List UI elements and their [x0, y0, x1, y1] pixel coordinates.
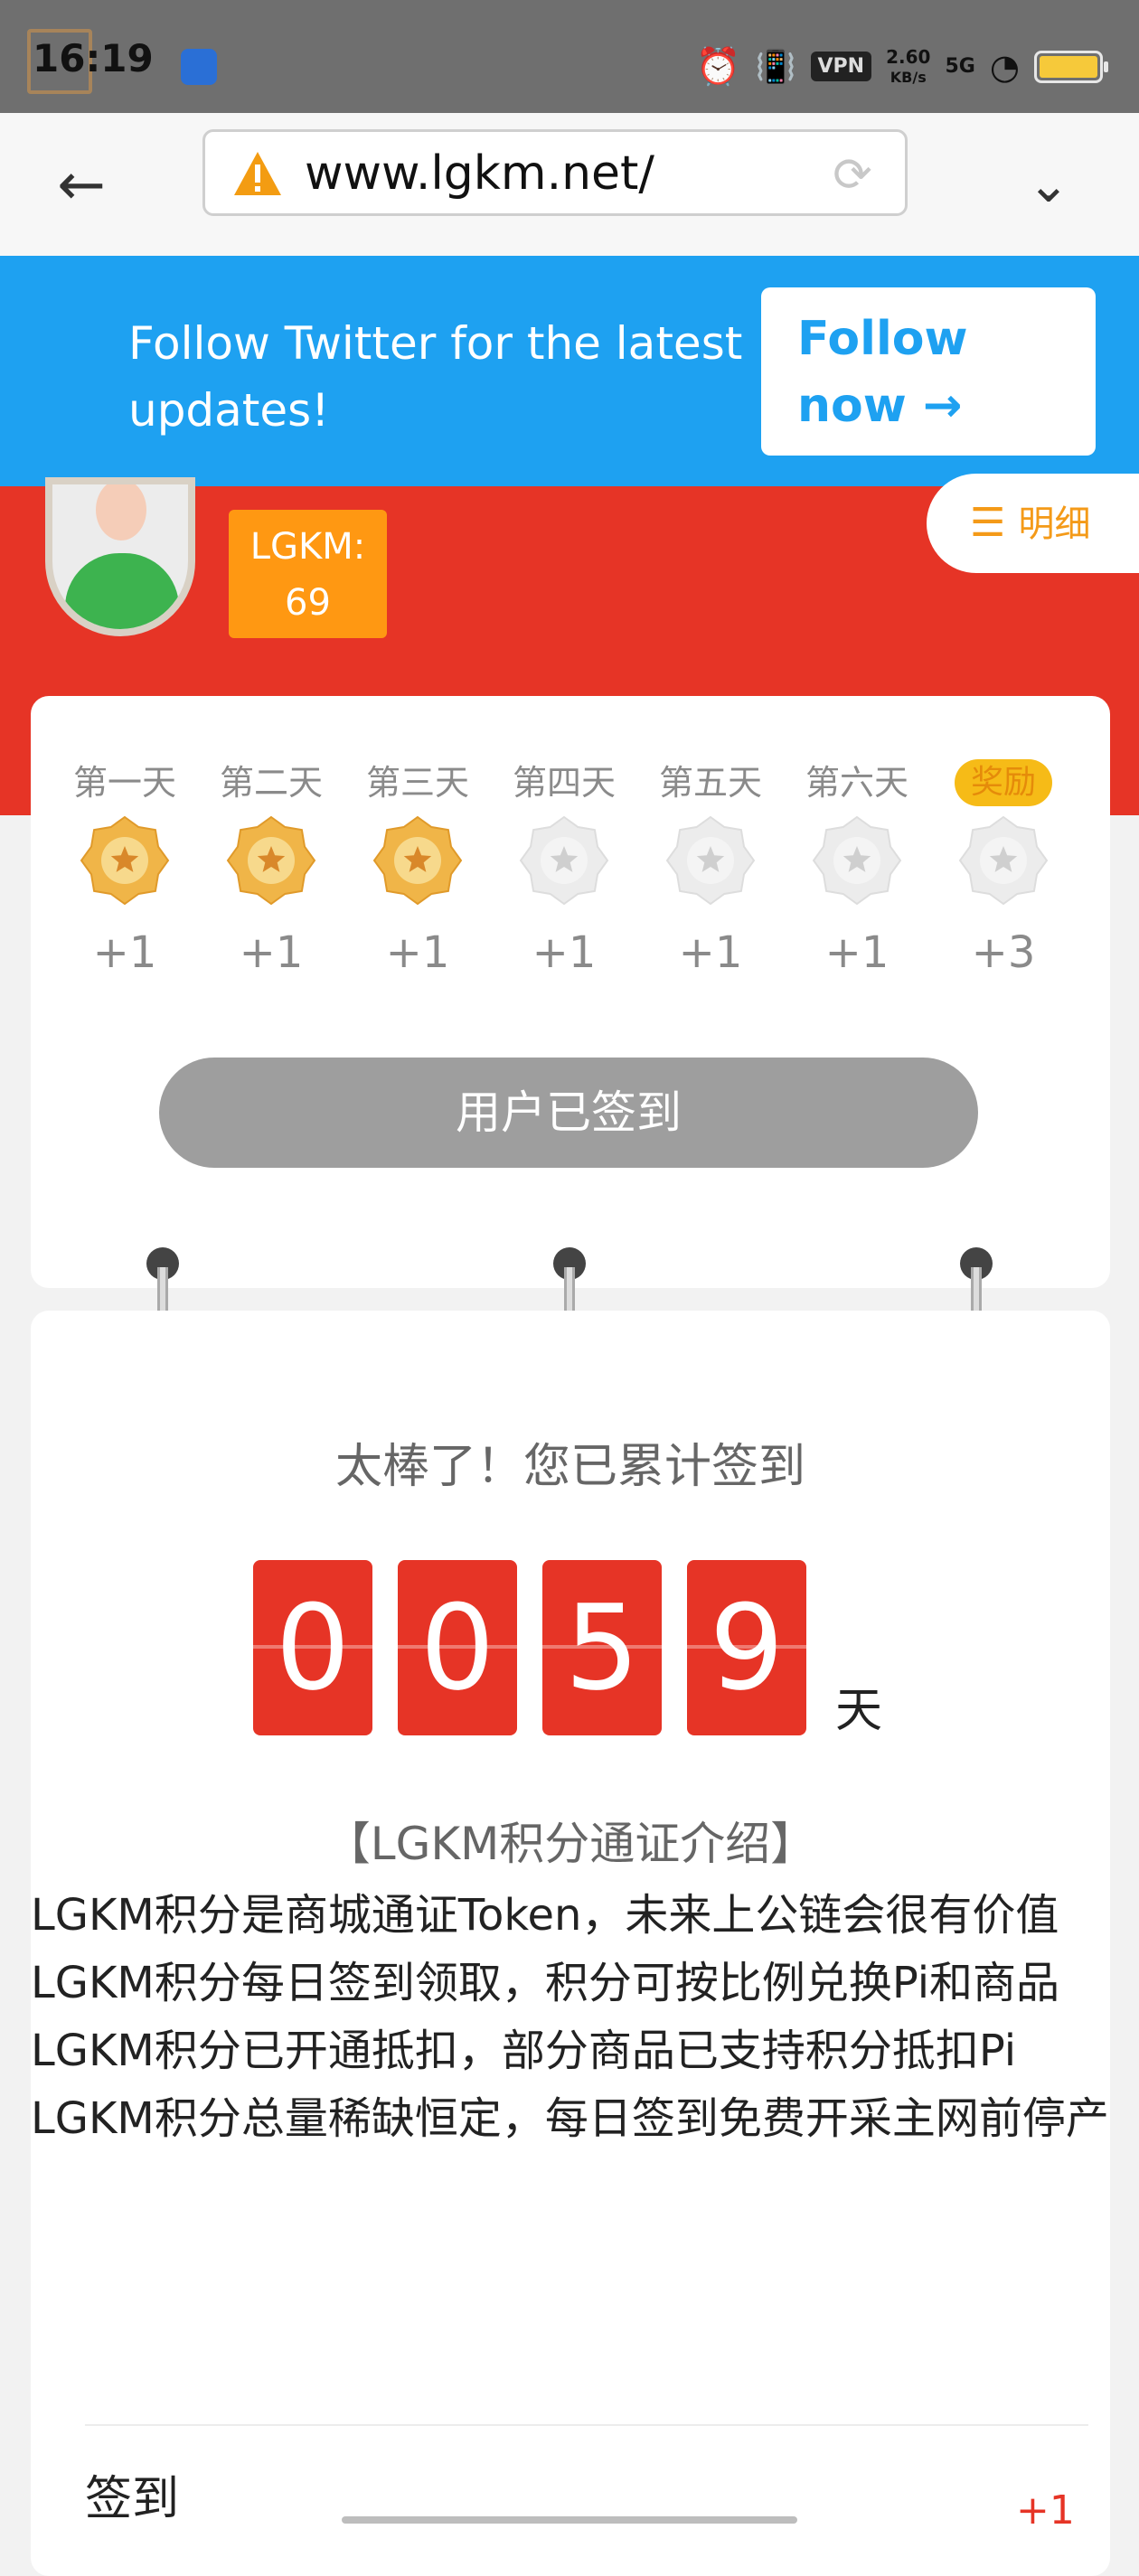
alarm-icon: ⏰ — [695, 46, 741, 88]
intro-line: LGKM积分每日签到领取，积分可按比例兑换Pi和商品 — [31, 1958, 1060, 2008]
vpn-badge: VPN — [810, 52, 872, 81]
counter-digit: 0 — [253, 1560, 372, 1735]
signal-icon: 5G — [945, 55, 975, 78]
follow-now-button[interactable]: Follow now → — [761, 287, 1096, 456]
star-badge-icon — [665, 815, 756, 906]
home-indicator — [342, 2516, 797, 2524]
reward-label: 奖励 — [954, 759, 1052, 806]
star-badge-earned-icon — [372, 815, 463, 906]
intro-line: LGKM积分是商城通证Token，未来上公链会很有价值 — [31, 1890, 1059, 1941]
points-value: 69 — [285, 582, 331, 624]
points-badge: LGKM: 69 — [229, 510, 387, 638]
day-points: +1 — [239, 927, 304, 978]
reload-icon[interactable]: ⟳ — [827, 150, 878, 201]
star-badge-earned-icon — [226, 815, 316, 906]
day-label: 第一天 — [72, 763, 176, 803]
counter-card: 太棒了！您已累计签到 0 0 5 9 天 【LGKM积分通证介绍】 LGKM积分… — [31, 1311, 1110, 2576]
details-button[interactable]: ☰ 明细 — [927, 474, 1139, 573]
counter-digit: 0 — [398, 1560, 517, 1735]
chevron-down-icon[interactable]: ⌄ — [1012, 149, 1085, 221]
url-text: www.lgkm.net/ — [305, 146, 654, 201]
day-points: +1 — [532, 927, 597, 978]
twitter-banner: Follow Twitter for the latest updates! F… — [0, 256, 1139, 486]
day-label: 第二天 — [219, 763, 323, 803]
points-label: LGKM: — [249, 526, 366, 568]
signed-in-button[interactable]: 用户已签到 — [159, 1058, 978, 1168]
days-unit: 天 — [835, 1684, 883, 1738]
day-points: +1 — [385, 927, 450, 978]
checkin-card: 第一天 +1 第二天 +1 第三天 +1 第四天 +1 第五天 +1 第六天 +1 奖励 +3 用户已签到 — [31, 696, 1110, 1288]
browser-address-bar: ← www.lgkm.net/ ⟳ ⌄ — [0, 113, 1139, 256]
counter-digit: 9 — [687, 1560, 806, 1735]
checkin-day: 第二天 +1 — [199, 759, 344, 978]
list-icon: ☰ — [970, 500, 1006, 546]
status-bar: 16:19 ⏰ 📳 VPN 2.60 KB/s 5G ◔ — [0, 0, 1139, 113]
checkin-day: 第四天 +1 — [492, 759, 636, 978]
day-points: +1 — [92, 927, 157, 978]
notification-app-icon — [181, 49, 217, 85]
wifi-icon: ◔ — [989, 46, 1020, 87]
url-field[interactable]: www.lgkm.net/ ⟳ — [202, 129, 908, 216]
history-value: +1 — [1016, 2487, 1075, 2534]
day-points: +1 — [824, 927, 890, 978]
divider — [85, 2424, 1088, 2426]
intro-title: 【LGKM积分通证介绍】 — [325, 1818, 816, 1870]
checkin-day: 第三天 +1 — [345, 759, 490, 978]
intro-line: LGKM积分已开通抵扣，部分商品已支持积分抵扣Pi — [31, 2026, 1017, 2076]
day-points: +3 — [971, 927, 1036, 978]
details-label: 明细 — [1018, 503, 1091, 545]
intro-line: LGKM积分总量稀缺恒定，每日签到免费开采主网前停产 — [31, 2093, 1109, 2144]
warning-icon — [234, 152, 281, 195]
checkin-day: 第五天 +1 — [638, 759, 783, 978]
back-arrow-icon[interactable]: ← — [45, 149, 118, 221]
checkin-day: 第六天 +1 — [785, 759, 929, 978]
status-time: 16:19 — [33, 36, 154, 80]
status-icons: ⏰ 📳 VPN 2.60 KB/s 5G ◔ — [695, 45, 1108, 88]
twitter-banner-text: Follow Twitter for the latest updates! — [128, 317, 743, 437]
history-label: 签到 — [85, 2472, 180, 2526]
checkin-day: 奖励 +3 — [931, 759, 1076, 978]
vibrate-icon: 📳 — [755, 48, 796, 86]
day-label: 第四天 — [512, 763, 616, 803]
total-checkin-title: 太棒了！您已累计签到 — [334, 1440, 805, 1494]
network-speed-unit: KB/s — [890, 68, 927, 86]
network-speed: 2.60 KB/s — [886, 45, 931, 86]
day-label: 第六天 — [805, 763, 908, 803]
star-badge-icon — [812, 815, 902, 906]
day-label: 第五天 — [658, 763, 762, 803]
battery-icon — [1034, 50, 1108, 83]
star-badge-earned-icon — [80, 815, 170, 906]
day-label: 第三天 — [365, 763, 469, 803]
day-points: +1 — [678, 927, 743, 978]
counter-digit: 5 — [542, 1560, 662, 1735]
checkin-day: 第一天 +1 — [52, 759, 197, 978]
network-speed-value: 2.60 — [886, 45, 931, 68]
star-badge-icon — [519, 815, 609, 906]
intro-body: LGKM积分是商城通证Token，未来上公链会很有价值 LGKM积分每日签到领取… — [31, 1882, 1110, 2153]
star-badge-icon — [958, 815, 1049, 906]
avatar[interactable] — [45, 477, 195, 636]
